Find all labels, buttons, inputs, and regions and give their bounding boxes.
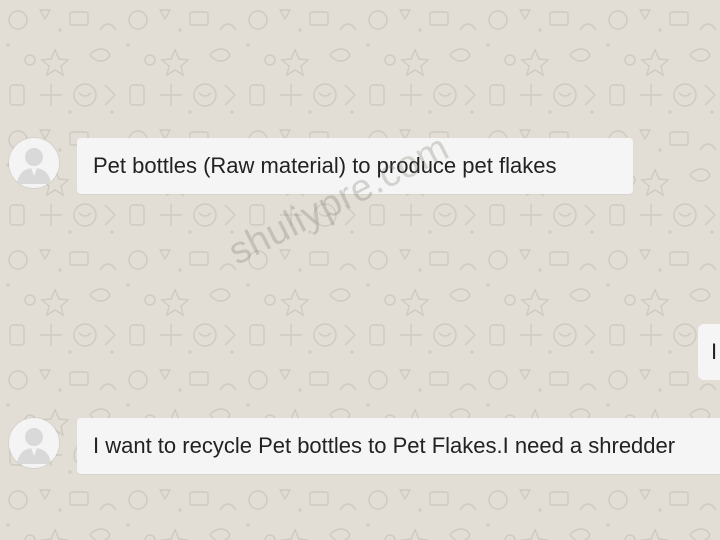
incoming-message-bubble: I want to recycle Pet bottles to Pet Fla… xyxy=(77,418,720,474)
user-avatar-icon xyxy=(9,138,59,188)
user-avatar xyxy=(9,418,59,468)
user-avatar xyxy=(9,138,59,188)
message-text: I want to recycle Pet bottles to Pet Fla… xyxy=(93,433,676,458)
message-text: I xyxy=(711,339,718,364)
chat-message-list[interactable]: Pet bottles (Raw material) to produce pe… xyxy=(0,0,720,540)
message-text: Pet bottles (Raw material) to produce pe… xyxy=(93,153,557,178)
incoming-message-bubble: Pet bottles (Raw material) to produce pe… xyxy=(77,138,633,194)
user-avatar-icon xyxy=(9,418,59,468)
outgoing-message-bubble: I xyxy=(698,324,720,380)
